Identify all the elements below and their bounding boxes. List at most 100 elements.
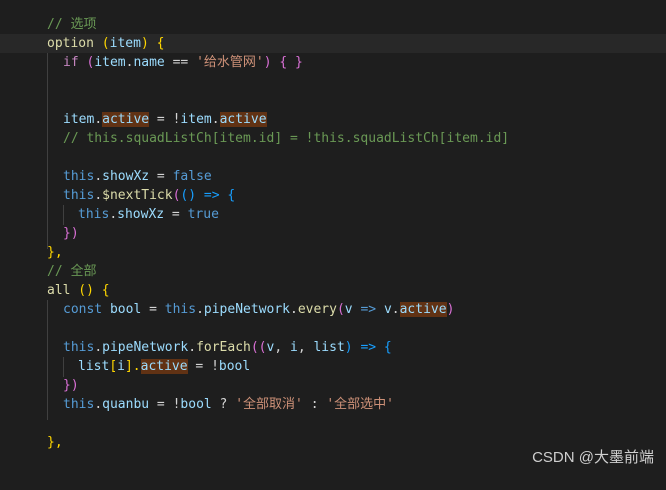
property: showXz (117, 207, 165, 222)
highlighted-property: active (399, 302, 447, 317)
keyword-this: this (63, 340, 95, 355)
keyword-this: this (164, 302, 197, 317)
comment: // this.squadListCh[item.id] = !this.squ… (63, 131, 510, 146)
parameter: v (344, 302, 353, 317)
keyword-this: this (63, 169, 95, 184)
code-line[interactable]: // 全部 (0, 262, 666, 281)
punctuation: . (94, 169, 103, 184)
punctuation: ) { } (263, 55, 303, 70)
code-line[interactable]: const bool = this.pipeNetwork.every(v =>… (0, 300, 666, 319)
method-name: all (47, 283, 71, 298)
property: showXz (102, 169, 150, 184)
punctuation: }, (47, 435, 63, 450)
variable: bool (218, 359, 251, 374)
code-line[interactable]: this.$nextTick(() => { (0, 186, 666, 205)
punctuation: }) (63, 226, 79, 241)
keyword-this: this (63, 188, 95, 203)
punctuation: ( (78, 55, 95, 70)
operator: == (164, 55, 197, 70)
punctuation: . (94, 397, 103, 412)
punctuation: . (290, 302, 298, 317)
punctuation: . (188, 340, 197, 355)
keyword-this: this (78, 207, 110, 222)
code-line[interactable]: }) (0, 376, 666, 395)
punctuation: . (196, 302, 204, 317)
code-line[interactable]: all () { (0, 281, 666, 300)
operator: = ! (187, 359, 219, 374)
code-editor[interactable]: // 选项 option (item) { if (item.name == '… (0, 0, 666, 475)
method-name: option (47, 36, 94, 51)
operator: : (302, 397, 327, 412)
variable: i (117, 359, 125, 374)
variable: bool (180, 397, 212, 412)
string: '全部取消' (235, 397, 303, 412)
operator: = (149, 169, 173, 184)
boolean: true (187, 207, 219, 222)
function-name: forEach (196, 340, 251, 355)
function-name: every (297, 302, 337, 317)
code-line[interactable]: this.showXz = false (0, 167, 666, 186)
property: pipeNetwork (102, 340, 189, 355)
comment: // (47, 264, 71, 279)
comment: 选项 (70, 17, 97, 32)
highlighted-property: active (102, 112, 150, 127)
punctuation: ( (93, 36, 110, 51)
property: name (133, 55, 165, 70)
highlighted-property: active (219, 112, 267, 127)
code-line[interactable]: // this.squadListCh[item.id] = !this.squ… (0, 129, 666, 148)
code-line[interactable]: }) (0, 224, 666, 243)
punctuation: . (211, 112, 220, 127)
boolean: false (172, 169, 212, 184)
operator: ? (211, 397, 236, 412)
code-line[interactable]: if (item.name == '给水管网') { } (0, 53, 666, 72)
code-line-current[interactable]: option (item) { (0, 34, 666, 53)
keyword-this: this (63, 397, 95, 412)
punctuation: }) (63, 378, 79, 393)
punctuation: (( (250, 340, 267, 355)
code-line[interactable]: }, (0, 243, 666, 262)
punctuation: ]. (124, 359, 141, 374)
variable: v (383, 302, 392, 317)
code-line[interactable]: // 选项 (0, 15, 666, 34)
string: '给水管网' (196, 55, 264, 70)
comment: // (47, 17, 71, 32)
punctuation: , (297, 340, 314, 355)
arrow: => (352, 302, 384, 317)
punctuation: () => { (180, 188, 236, 203)
string: '全部选中' (326, 397, 395, 412)
operator: = (141, 302, 165, 317)
punctuation: . (391, 302, 400, 317)
code-line[interactable]: list[i].active = !bool (0, 357, 666, 376)
punctuation: , (274, 340, 290, 355)
comment: 全部 (70, 264, 97, 279)
code-line[interactable]: item.active = !item.active (0, 110, 666, 129)
variable: list (78, 359, 110, 374)
keyword: if (63, 55, 79, 70)
watermark: CSDN @大墨前端 (532, 449, 654, 466)
parameter: item (109, 36, 141, 51)
code-line[interactable]: this.showXz = true (0, 205, 666, 224)
variable: item (94, 55, 126, 70)
punctuation: () { (70, 283, 110, 298)
punctuation: . (94, 188, 103, 203)
code-line[interactable]: this.quanbu = !bool ? '全部取消' : '全部选中' (0, 395, 666, 414)
highlighted-property: active (140, 359, 188, 374)
operator: = (164, 207, 188, 222)
parameter: i (290, 340, 298, 355)
keyword-const: const (63, 302, 103, 317)
parameter: list (313, 340, 345, 355)
punctuation: ) (446, 302, 455, 317)
punctuation: }, (47, 245, 63, 260)
punctuation: . (109, 207, 118, 222)
punctuation: ) => { (344, 340, 392, 355)
punctuation: ) { (140, 36, 165, 51)
code-line[interactable]: this.pipeNetwork.forEach((v, i, list) =>… (0, 338, 666, 357)
property: pipeNetwork (203, 302, 290, 317)
punctuation: ( (336, 302, 345, 317)
punctuation: . (94, 340, 103, 355)
variable: bool (102, 302, 142, 317)
punctuation: [ (109, 359, 118, 374)
variable: item (63, 112, 95, 127)
punctuation: . (94, 112, 103, 127)
property: quanbu (102, 397, 150, 412)
